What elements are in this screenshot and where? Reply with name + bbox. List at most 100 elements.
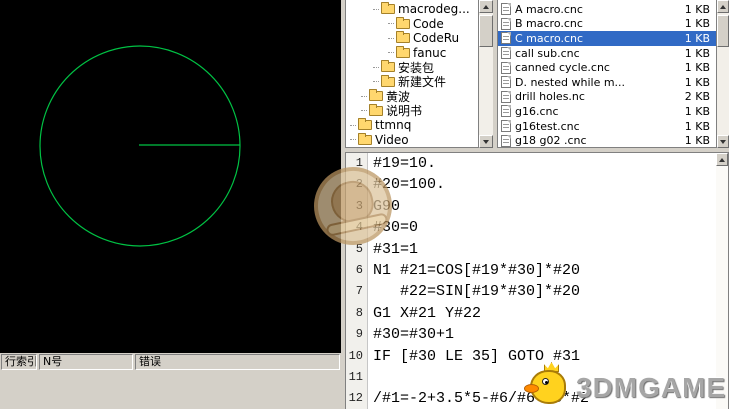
- file-size: 1 KB: [676, 47, 710, 60]
- file-size: 1 KB: [676, 76, 710, 89]
- document-icon: [501, 18, 511, 30]
- folder-icon: [358, 135, 372, 145]
- file-size: 1 KB: [676, 3, 710, 16]
- code-text: #19=10.: [368, 153, 436, 174]
- scroll-up-icon[interactable]: [479, 0, 493, 13]
- code-line[interactable]: 7 #22=SIN[#19*#30]*#20: [346, 281, 728, 302]
- code-line[interactable]: 4#30=0: [346, 217, 728, 238]
- scroll-up-icon[interactable]: [717, 0, 729, 13]
- file-name: drill holes.nc: [515, 90, 676, 103]
- file-name: g16.cnc: [515, 105, 676, 118]
- tree-scroll-track[interactable]: [479, 13, 493, 135]
- file-row[interactable]: drill holes.nc2 KB: [498, 90, 716, 105]
- tree-item[interactable]: Video: [346, 133, 478, 148]
- tree-item[interactable]: CodeRu: [346, 31, 478, 46]
- toolpath-canvas[interactable]: [0, 0, 341, 353]
- file-row[interactable]: B macro.cnc1 KB: [498, 17, 716, 32]
- folder-icon: [358, 120, 372, 130]
- file-size: 1 KB: [676, 120, 710, 133]
- tree-item[interactable]: macrodeg...: [346, 2, 478, 17]
- folder-icon: [381, 62, 395, 72]
- file-row[interactable]: g16test.cnc1 KB: [498, 119, 716, 134]
- file-name: call sub.cnc: [515, 47, 676, 60]
- document-icon: [501, 47, 511, 59]
- file-row[interactable]: g18 g02 .cnc1 KB: [498, 133, 716, 148]
- code-text: #31=1: [368, 239, 418, 260]
- folder-icon: [396, 48, 410, 58]
- line-number: 12: [346, 388, 368, 409]
- document-icon: [501, 91, 511, 103]
- tree-item-label: 说明书: [386, 102, 422, 119]
- file-row[interactable]: A macro.cnc1 KB: [498, 2, 716, 17]
- code-line[interactable]: 1#19=10.: [346, 153, 728, 174]
- tree-item[interactable]: Code: [346, 17, 478, 32]
- file-row[interactable]: C macro.cnc1 KB: [498, 31, 716, 46]
- code-line[interactable]: 6N1 #21=COS[#19*#30]*#20: [346, 260, 728, 281]
- cnc-simulator-window: 行索引 N号 错误 macrodeg...CodeCodeRufanuc安装包新…: [0, 0, 729, 409]
- file-browser: macrodeg...CodeCodeRufanuc安装包新建文件黄波说明书tt…: [345, 0, 729, 148]
- file-row[interactable]: call sub.cnc1 KB: [498, 46, 716, 61]
- line-number: 10: [346, 346, 368, 367]
- line-number: 11: [346, 367, 368, 388]
- document-icon: [501, 120, 511, 132]
- tree-item-label: ttmnq: [375, 118, 411, 132]
- status-cell-error: 错误: [135, 354, 340, 370]
- folder-tree: macrodeg...CodeCodeRufanuc安装包新建文件黄波说明书tt…: [345, 0, 479, 148]
- code-text: [368, 367, 373, 388]
- file-name: D. nested while m...: [515, 76, 676, 89]
- code-line[interactable]: 2#20=100.: [346, 174, 728, 195]
- tree-scroll-thumb[interactable]: [479, 15, 493, 47]
- code-text: G1 X#21 Y#22: [368, 303, 481, 324]
- file-row[interactable]: canned cycle.cnc1 KB: [498, 60, 716, 75]
- file-name: g18 g02 .cnc: [515, 134, 676, 147]
- file-size: 1 KB: [676, 17, 710, 30]
- code-text: #22=SIN[#19*#30]*#20: [368, 281, 580, 302]
- file-list-scroll-track[interactable]: [717, 13, 729, 135]
- folder-icon: [396, 33, 410, 43]
- code-line[interactable]: 5#31=1: [346, 239, 728, 260]
- file-size: 1 KB: [676, 61, 710, 74]
- toolpath-drawing: [0, 0, 341, 353]
- tree-item[interactable]: 新建文件: [346, 75, 478, 90]
- brand-watermark: 3DMGAME: [524, 358, 726, 406]
- file-name: A macro.cnc: [515, 3, 676, 16]
- file-name: B macro.cnc: [515, 17, 676, 30]
- document-icon: [501, 105, 511, 117]
- document-icon: [501, 32, 511, 44]
- tree-item[interactable]: 说明书: [346, 104, 478, 119]
- code-line[interactable]: 3G90: [346, 196, 728, 217]
- file-size: 1 KB: [676, 32, 710, 45]
- tree-scrollbar[interactable]: [479, 0, 493, 148]
- code-text: N1 #21=COS[#19*#30]*#20: [368, 260, 580, 281]
- document-icon: [501, 76, 511, 88]
- file-list-scrollbar[interactable]: [717, 0, 729, 148]
- folder-icon: [396, 19, 410, 29]
- folder-icon: [369, 91, 383, 101]
- file-row[interactable]: D. nested while m...1 KB: [498, 75, 716, 90]
- document-icon: [501, 3, 511, 15]
- file-size: 1 KB: [676, 134, 710, 147]
- scroll-up-icon[interactable]: [716, 153, 728, 166]
- document-icon: [501, 62, 511, 74]
- line-number: 9: [346, 324, 368, 345]
- file-row[interactable]: g16.cnc1 KB: [498, 104, 716, 119]
- scroll-down-icon[interactable]: [479, 135, 493, 148]
- status-cell-n-number: N号: [39, 354, 133, 370]
- tree-item-label: fanuc: [413, 46, 446, 60]
- tree-item-label: Video: [375, 133, 409, 147]
- scroll-down-icon[interactable]: [717, 135, 729, 148]
- code-line[interactable]: 9#30=#30+1: [346, 324, 728, 345]
- tree-item-label: macrodeg...: [398, 2, 470, 16]
- tree-item-label: Code: [413, 17, 444, 31]
- folder-icon: [381, 4, 395, 14]
- tree-item[interactable]: ttmnq: [346, 118, 478, 133]
- file-list: A macro.cnc1 KBB macro.cnc1 KBC macro.cn…: [497, 0, 717, 148]
- brand-text: 3DMGAME: [576, 372, 726, 404]
- status-cell-row-index: 行索引: [1, 354, 37, 370]
- code-line[interactable]: 8G1 X#21 Y#22: [346, 303, 728, 324]
- file-list-scroll-thumb[interactable]: [717, 15, 729, 47]
- code-text: #30=#30+1: [368, 324, 454, 345]
- status-bar: 行索引 N号 错误: [0, 353, 341, 371]
- file-size: 2 KB: [676, 90, 710, 103]
- file-name: C macro.cnc: [515, 32, 676, 45]
